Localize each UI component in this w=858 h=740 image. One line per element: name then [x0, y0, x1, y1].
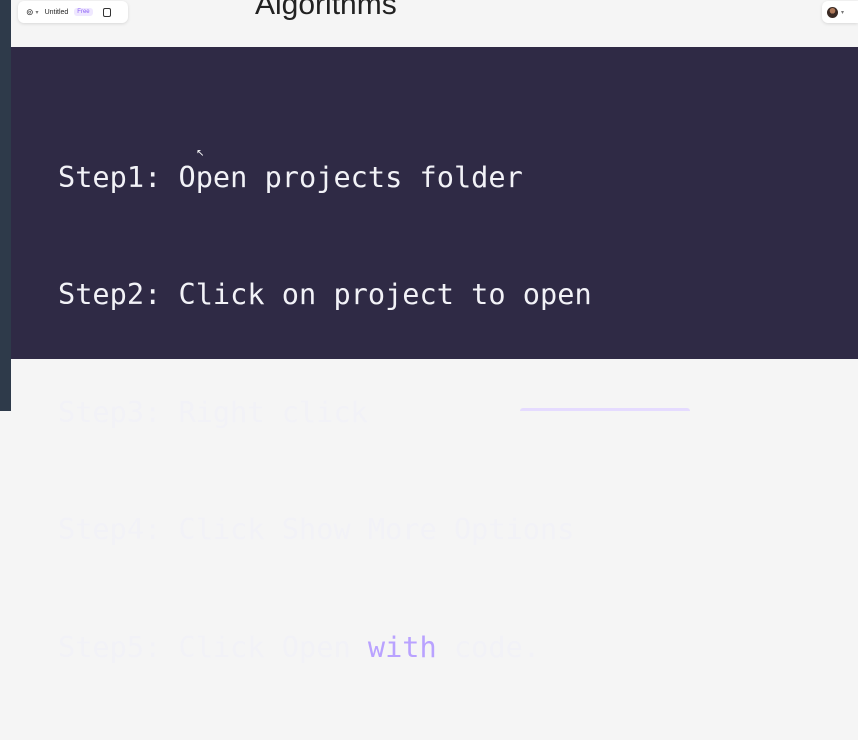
code-line-4: Step4: Click Show More Options: [58, 512, 575, 547]
code-lines: Step1: Open projects folder Step2: Click…: [58, 85, 592, 740]
code-line-5: Step5: Click Open with code.: [58, 623, 592, 672]
code-line-3: Step3: Right click: [58, 394, 368, 429]
code-line-1: Step1: Open projects folder: [58, 160, 523, 194]
left-edge-strip: [0, 0, 11, 411]
code-line-5-suffix: code.: [436, 629, 541, 664]
file-title[interactable]: Untitled: [45, 9, 69, 16]
chevron-down-icon: ▾: [841, 9, 845, 16]
panel-toggle-icon[interactable]: [102, 7, 111, 17]
user-menu[interactable]: ▾: [822, 1, 858, 23]
figma-menu-icon: ⊚: [26, 6, 34, 17]
user-avatar-icon: [827, 6, 838, 18]
mouse-cursor-icon: ↖: [196, 148, 205, 159]
main-menu-button[interactable]: ⊚ ▾: [26, 7, 39, 18]
code-block: Step1: Open projects folder Step2: Click…: [11, 47, 858, 664]
file-toolbar: ⊚ ▾ Untitled Free: [18, 1, 128, 23]
chevron-down-icon: ▾: [35, 9, 39, 16]
slide-heading: Algorithms: [255, 0, 397, 21]
code-line-5-prefix: Step5: Click Open: [58, 629, 368, 664]
code-line-2: Step2: Click on project to open: [58, 277, 592, 312]
plan-badge: Free: [74, 8, 93, 16]
code-keyword: with: [367, 629, 437, 664]
